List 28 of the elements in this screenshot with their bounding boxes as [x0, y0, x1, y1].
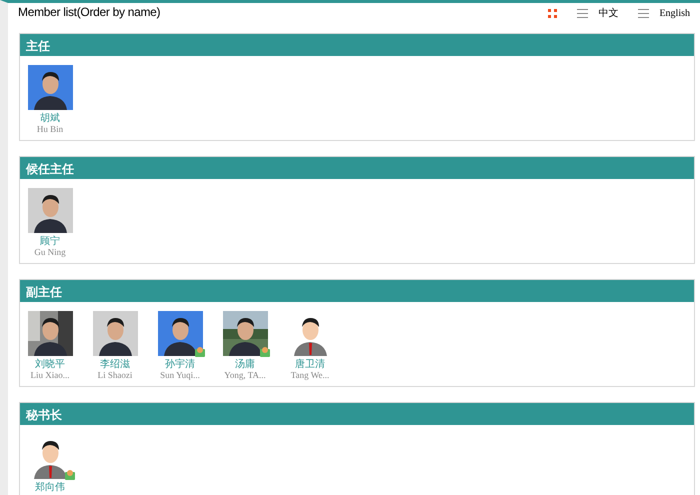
member-name[interactable]: 汤庸	[235, 359, 255, 370]
member-name[interactable]: 顾宁	[40, 236, 60, 247]
section-header: 候任主任	[20, 157, 694, 179]
page-title: Member list(Order by name)	[18, 5, 160, 19]
menu-icon[interactable]	[577, 8, 588, 18]
grid-icon[interactable]	[548, 8, 558, 18]
member-name[interactable]: 郑向伟	[35, 482, 65, 493]
language-link[interactable]: 中文	[598, 6, 618, 20]
member-name[interactable]: 孙宇清	[165, 359, 195, 370]
member-name[interactable]: 胡斌	[40, 113, 60, 124]
user-badge-icon	[194, 346, 204, 357]
member-english-name: Sun Yuqi...	[160, 370, 200, 380]
user-badge-icon	[260, 346, 270, 357]
menu-icon[interactable]	[638, 8, 650, 18]
member-name[interactable]: 刘晓平	[35, 359, 65, 370]
section-header: 主任	[20, 34, 694, 56]
user-badge-icon	[64, 469, 74, 480]
language-link[interactable]: English	[659, 8, 690, 18]
member-english-name: Hu Bin	[36, 124, 64, 134]
member-name[interactable]: 李绍滋	[100, 359, 130, 370]
member-english-name: Liu Xiao...	[30, 370, 70, 380]
member-english-name: Yong, TA...	[224, 370, 266, 380]
section-header: 副主任	[20, 280, 694, 302]
section-header: 秘书长	[20, 403, 694, 425]
member-english-name: Tang We...	[290, 370, 330, 380]
member-english-name: Li Shaozi	[98, 370, 132, 380]
member-english-name: Gu Ning	[34, 247, 66, 257]
member-name[interactable]: 唐卫清	[295, 359, 325, 370]
